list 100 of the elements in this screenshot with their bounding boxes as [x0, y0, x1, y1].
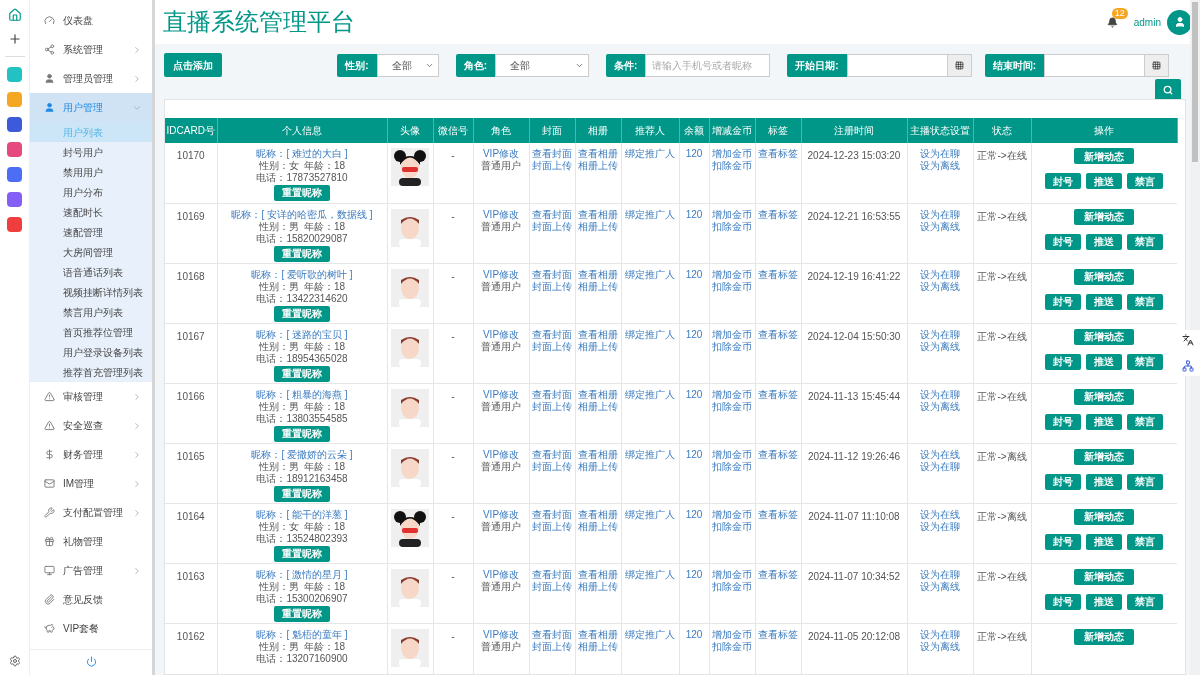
album-link[interactable]: 相册上传	[575, 280, 621, 293]
sidebar-item[interactable]: VIP套餐	[30, 614, 152, 643]
cover-link[interactable]: 封面上传	[529, 640, 575, 653]
add-button[interactable]: 点击添加	[164, 53, 222, 77]
sidebar-item[interactable]: 系统管理	[30, 35, 152, 64]
cover-link[interactable]: 查看封面	[529, 268, 575, 281]
anchor-status-link[interactable]: 设为离线	[907, 400, 973, 413]
sidebar-item[interactable]: 支付配置管理	[30, 498, 152, 527]
anchor-status-link[interactable]: 设为离线	[907, 160, 973, 172]
submenu-item[interactable]: 大房间管理	[30, 242, 152, 262]
coins-link[interactable]: 增加金币	[709, 628, 755, 641]
cover-link[interactable]: 封面上传	[529, 460, 575, 473]
vip-link[interactable]: VIP修改	[473, 148, 529, 160]
nickname-link[interactable]: 昵称：[ 激情的星月 ]	[217, 568, 387, 581]
referrer-link[interactable]: 绑定推广人	[621, 508, 679, 521]
balance-link[interactable]: 120	[679, 508, 709, 521]
sidebar-item[interactable]: 用户管理	[30, 93, 152, 122]
tags-link[interactable]: 查看标签	[755, 568, 801, 581]
anchor-status-link[interactable]: 设为离线	[907, 640, 973, 653]
vip-link[interactable]: VIP修改	[473, 448, 529, 461]
bell-icon[interactable]	[1106, 16, 1118, 28]
balance-link[interactable]: 120	[679, 268, 709, 281]
app-icon[interactable]	[7, 192, 22, 207]
album-link[interactable]: 查看相册	[575, 448, 621, 461]
coins-link[interactable]: 扣除金币	[709, 580, 755, 593]
anchor-status-link[interactable]: 设为离线	[907, 280, 973, 293]
sidebar-item[interactable]: 广告管理	[30, 556, 152, 585]
tags-link[interactable]: 查看标签	[755, 508, 801, 521]
reset-nickname-button[interactable]: 重置昵称	[274, 485, 330, 502]
nickname-link[interactable]: 昵称：[ 爱听歌的树叶 ]	[217, 268, 387, 281]
album-link[interactable]: 相册上传	[575, 340, 621, 353]
anchor-status-link[interactable]: 设为离线	[907, 580, 973, 593]
network-icon[interactable]	[1182, 360, 1194, 372]
coins-link[interactable]: 扣除金币	[709, 640, 755, 653]
nickname-link[interactable]: 昵称：[ 魁梧的童年 ]	[217, 628, 387, 641]
action-button[interactable]: 禁言	[1127, 533, 1164, 550]
referrer-link[interactable]: 绑定推广人	[621, 628, 679, 641]
sidebar-item[interactable]: 财务管理	[30, 440, 152, 469]
tags-link[interactable]: 查看标签	[755, 208, 801, 221]
anchor-status-link[interactable]: 设为离线	[907, 340, 973, 353]
album-link[interactable]: 相册上传	[575, 460, 621, 473]
app-icon[interactable]	[7, 117, 22, 132]
nickname-link[interactable]: 昵称：[ 难过的大白 ]	[217, 148, 387, 160]
action-button[interactable]: 新增动态	[1074, 448, 1135, 465]
settings-icon[interactable]	[8, 655, 21, 667]
action-button[interactable]: 封号	[1045, 533, 1082, 550]
coins-link[interactable]: 扣除金币	[709, 460, 755, 473]
action-button[interactable]: 新增动态	[1074, 148, 1135, 164]
balance-link[interactable]: 120	[679, 148, 709, 160]
album-link[interactable]: 查看相册	[575, 148, 621, 160]
coins-link[interactable]: 扣除金币	[709, 160, 755, 172]
action-button[interactable]: 推送	[1086, 413, 1123, 430]
reset-nickname-button[interactable]: 重置昵称	[274, 305, 330, 322]
referrer-link[interactable]: 绑定推广人	[621, 448, 679, 461]
action-button[interactable]: 禁言	[1127, 293, 1164, 310]
album-link[interactable]: 查看相册	[575, 328, 621, 341]
action-button[interactable]: 封号	[1045, 293, 1082, 310]
cover-link[interactable]: 查看封面	[529, 568, 575, 581]
app-icon[interactable]	[7, 142, 22, 157]
action-button[interactable]: 推送	[1086, 353, 1123, 370]
reset-nickname-button[interactable]: 重置昵称	[274, 545, 330, 562]
power-icon[interactable]	[85, 656, 97, 667]
app-icon[interactable]	[7, 92, 22, 107]
album-link[interactable]: 相册上传	[575, 580, 621, 593]
action-button[interactable]: 禁言	[1127, 173, 1164, 189]
referrer-link[interactable]: 绑定推广人	[621, 388, 679, 401]
action-button[interactable]: 推送	[1086, 173, 1123, 189]
referrer-link[interactable]: 绑定推广人	[621, 568, 679, 581]
action-button[interactable]: 禁言	[1127, 473, 1164, 490]
action-button[interactable]: 封号	[1045, 353, 1082, 370]
vip-link[interactable]: VIP修改	[473, 208, 529, 221]
cover-link[interactable]: 查看封面	[529, 148, 575, 160]
cover-link[interactable]: 查看封面	[529, 388, 575, 401]
date-field[interactable]	[846, 53, 972, 77]
action-button[interactable]: 新增动态	[1074, 268, 1135, 285]
gender-select[interactable]: 全部	[376, 53, 439, 77]
reset-nickname-button[interactable]: 重置昵称	[274, 245, 330, 262]
submenu-item[interactable]: 推荐首充管理列表	[30, 362, 152, 382]
coins-link[interactable]: 增加金币	[709, 328, 755, 341]
submenu-item[interactable]: 首页推荐位管理	[30, 322, 152, 342]
vip-link[interactable]: VIP修改	[473, 328, 529, 341]
cover-link[interactable]: 查看封面	[529, 628, 575, 641]
balance-link[interactable]: 120	[679, 328, 709, 341]
album-link[interactable]: 相册上传	[575, 220, 621, 233]
condition-field[interactable]: 请输入手机号或者昵称	[645, 53, 771, 77]
vip-link[interactable]: VIP修改	[473, 508, 529, 521]
coins-link[interactable]: 增加金币	[709, 208, 755, 221]
user-avatar[interactable]	[1167, 9, 1192, 35]
album-link[interactable]: 查看相册	[575, 208, 621, 221]
action-button[interactable]: 封号	[1045, 233, 1082, 250]
role-select[interactable]: 全部	[494, 53, 589, 77]
reset-nickname-button[interactable]: 重置昵称	[274, 365, 330, 382]
reset-nickname-button[interactable]: 重置昵称	[274, 605, 330, 622]
action-button[interactable]: 新增动态	[1074, 388, 1135, 405]
vip-link[interactable]: VIP修改	[473, 628, 529, 641]
anchor-status-link[interactable]: 设为在聊	[907, 268, 973, 281]
action-button[interactable]: 新增动态	[1074, 508, 1135, 525]
anchor-status-link[interactable]: 设为在线	[907, 448, 973, 461]
anchor-status-link[interactable]: 设为在聊	[907, 208, 973, 221]
cover-link[interactable]: 封面上传	[529, 520, 575, 533]
